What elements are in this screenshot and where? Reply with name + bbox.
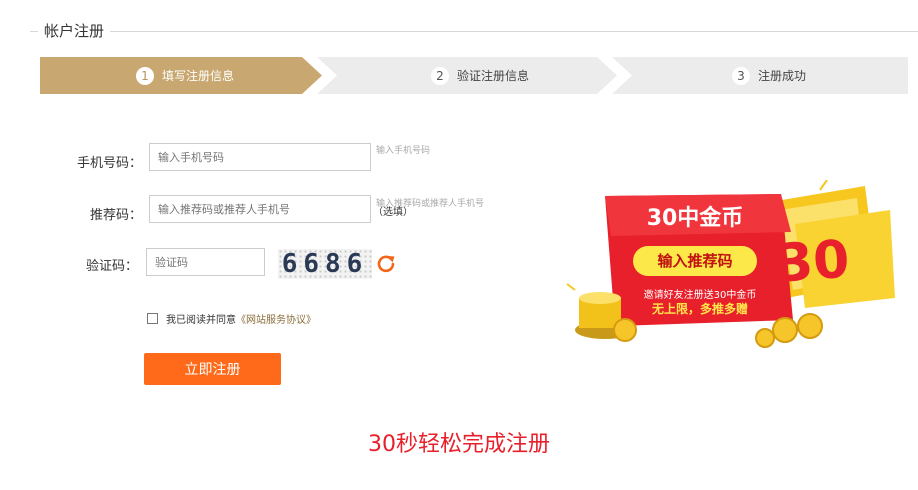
captcha-label: 验证码：	[85, 259, 138, 274]
register-button[interactable]: 立即注册	[144, 353, 281, 385]
promo-big-number: 30	[774, 229, 852, 295]
step-2: 2 验证注册信息	[335, 57, 625, 94]
step-2-number: 2	[430, 66, 449, 85]
captcha-input[interactable]	[146, 248, 265, 276]
refresh-icon[interactable]	[376, 253, 396, 273]
promo-subtitle: 邀请好友注册送30中金币	[643, 290, 757, 301]
captcha-code: 6686	[281, 249, 369, 279]
step-3-label: 注册成功	[757, 69, 806, 83]
phone-hint: 输入手机号码	[376, 146, 431, 156]
step-3: 3 注册成功	[630, 57, 908, 94]
referrer-input[interactable]	[149, 195, 371, 223]
agreement-checkbox[interactable]	[147, 313, 158, 324]
step-3-number: 3	[731, 66, 750, 85]
promo-tagline: 无上限，多推多赠	[651, 302, 748, 316]
step-progress: 1 填写注册信息 2 验证注册信息 3 注册成功	[40, 57, 908, 94]
promo-banner[interactable]: 30中金币 输入推荐码 邀请好友注册送30中金币 无上限，多推多赠 30	[565, 180, 915, 350]
promo-title: 30中金币	[646, 206, 744, 231]
footer-slogan: 30秒轻松完成注册	[368, 432, 550, 457]
step-1-number: 1	[135, 66, 154, 85]
phone-label: 手机号码：	[76, 156, 142, 171]
service-agreement-link[interactable]: 《网站服务协议》	[236, 311, 316, 326]
step-2-label: 验证注册信息	[456, 69, 529, 83]
section-header: 帐户注册	[0, 0, 918, 60]
phone-input[interactable]	[149, 143, 371, 171]
step-1: 1 填写注册信息	[40, 57, 330, 94]
header-divider	[30, 31, 918, 32]
optional-tag: （选填）	[373, 207, 413, 218]
captcha-image[interactable]: 6686	[278, 249, 372, 279]
agreement-text: 我已阅读并同意	[166, 315, 236, 326]
step-1-label: 填写注册信息	[161, 69, 234, 83]
page-title: 帐户注册	[38, 20, 111, 41]
promo-referral-button[interactable]: 输入推荐码	[633, 246, 757, 276]
agreement-row: 我已阅读并同意 《网站服务协议》	[147, 311, 316, 326]
referrer-label: 推荐码：	[89, 208, 142, 223]
